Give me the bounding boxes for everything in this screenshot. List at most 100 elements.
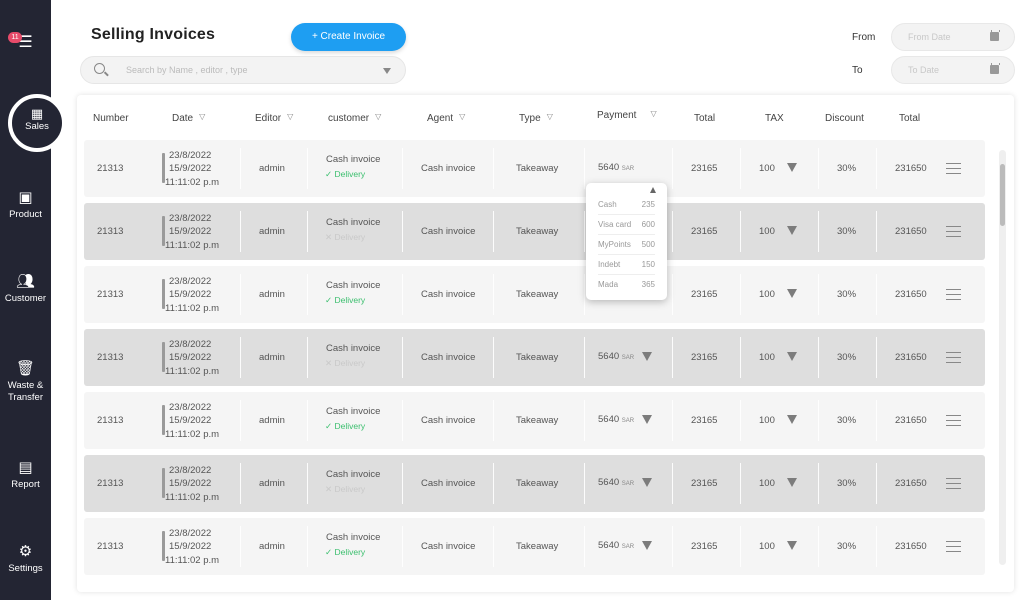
table-row[interactable]: 21313 23/8/2022 15/9/2022 11:11:02 p.m admin… xyxy=(84,455,985,512)
filter-icon[interactable] xyxy=(547,112,555,121)
date-created: 23/8/2022 xyxy=(169,465,212,476)
calendar-icon[interactable] xyxy=(990,30,1000,41)
order-type: Takeaway xyxy=(516,289,559,300)
row-menu-icon[interactable] xyxy=(946,226,961,237)
sidebar-item-report[interactable]: ▤ Report xyxy=(0,459,51,491)
column-header-total: Total xyxy=(694,113,716,124)
delivery-status[interactable]: ✕ Delivery xyxy=(325,358,365,369)
column-header-editor[interactable]: Editor xyxy=(255,112,295,124)
column-header-agent[interactable]: Agent xyxy=(427,112,467,124)
column-header-customer[interactable]: customer xyxy=(328,112,383,124)
delivery-status[interactable]: ✓ Delivery xyxy=(325,547,365,558)
divider xyxy=(876,274,877,315)
filter-icon[interactable] xyxy=(459,112,467,121)
tax-dropdown-icon[interactable] xyxy=(787,540,797,551)
sidebar-item-product[interactable]: ▣ Product xyxy=(0,189,51,221)
filter-icon[interactable] xyxy=(650,109,658,118)
total: 23165 xyxy=(691,415,718,426)
create-invoice-button[interactable]: + Create Invoice xyxy=(291,23,406,51)
total: 23165 xyxy=(691,352,718,363)
to-date-field[interactable]: To Date xyxy=(891,56,1015,84)
calendar-icon[interactable] xyxy=(990,63,1000,74)
payment-dropdown-icon[interactable] xyxy=(642,540,652,551)
divider xyxy=(584,337,585,378)
divider xyxy=(307,463,308,504)
filter-icon[interactable] xyxy=(199,112,207,121)
agent: Cash invoice xyxy=(421,289,476,300)
scrollbar-thumb[interactable] xyxy=(1000,164,1005,226)
tax-dropdown-icon[interactable] xyxy=(787,225,797,236)
time: 11:11:02 p.m xyxy=(165,177,220,188)
sidebar-item-settings[interactable]: ⚙ Settings xyxy=(0,543,51,575)
row-menu-icon[interactable] xyxy=(946,478,961,489)
delivery-status[interactable]: ✕ Delivery xyxy=(325,484,365,495)
payment-amount: 5640 SAR xyxy=(598,540,635,551)
divider xyxy=(672,400,673,441)
order-type: Takeaway xyxy=(516,163,559,174)
row-menu-icon[interactable] xyxy=(946,352,961,363)
tax-dropdown-icon[interactable] xyxy=(787,477,797,488)
date-created: 23/8/2022 xyxy=(169,150,212,161)
sidebar-item-waste-transfer[interactable]: 🗑︎ Waste & Transfer xyxy=(0,360,51,404)
row-menu-icon[interactable] xyxy=(946,289,961,300)
payment-dropdown-icon[interactable] xyxy=(642,351,652,362)
total: 23165 xyxy=(691,163,718,174)
divider xyxy=(584,400,585,441)
divider xyxy=(672,148,673,189)
sidebar-item-sales[interactable]: ▦ Sales xyxy=(8,94,66,152)
customer: Cash invoice xyxy=(326,154,381,165)
search-input[interactable]: Search by Name , editor , type xyxy=(80,56,406,84)
delivery-status[interactable]: ✕ Delivery xyxy=(325,232,365,243)
invoice-number: 21313 xyxy=(97,478,124,489)
divider xyxy=(307,526,308,567)
table-row[interactable]: 21313 23/8/2022 15/9/2022 11:11:02 p.m admin… xyxy=(84,329,985,386)
table-row[interactable]: 21313 23/8/2022 15/9/2022 11:11:02 p.m admin… xyxy=(84,518,985,575)
grand-total: 231650 xyxy=(895,541,927,552)
payment-method-row: Mada 365 xyxy=(598,280,655,289)
payment-dropdown-icon[interactable] xyxy=(642,477,652,488)
divider xyxy=(240,337,241,378)
delivery-status[interactable]: ✓ Delivery xyxy=(325,295,365,306)
divider xyxy=(876,211,877,252)
time: 11:11:02 p.m xyxy=(165,240,220,251)
divider xyxy=(672,337,673,378)
editor: admin xyxy=(259,415,285,426)
tax: 100 xyxy=(759,226,775,237)
chevron-down-icon[interactable] xyxy=(383,68,391,74)
sidebar-item-label: Sales xyxy=(25,121,49,132)
chevron-up-icon[interactable] xyxy=(650,187,656,193)
row-menu-icon[interactable] xyxy=(946,415,961,426)
column-header-date[interactable]: Date xyxy=(172,112,207,124)
invoice-table: Number Date Editor customer Agent Type P… xyxy=(77,95,1014,592)
divider xyxy=(584,211,585,252)
divider xyxy=(240,148,241,189)
column-header-type[interactable]: Type xyxy=(519,112,555,124)
row-menu-icon[interactable] xyxy=(946,163,961,174)
table-row[interactable]: 21313 23/8/2022 15/9/2022 11:11:02 p.m admin… xyxy=(84,140,985,197)
column-header-payment[interactable]: Payment xyxy=(597,109,658,121)
gear-icon: ⚙ xyxy=(18,543,33,560)
editor: admin xyxy=(259,226,285,237)
sidebar-item-customer[interactable]: 👥︎ Customer xyxy=(0,273,51,305)
tax-dropdown-icon[interactable] xyxy=(787,414,797,425)
tax-dropdown-icon[interactable] xyxy=(787,288,797,299)
from-date-field[interactable]: From Date xyxy=(891,23,1015,51)
customer: Cash invoice xyxy=(326,469,381,480)
table-row[interactable]: 21313 23/8/2022 15/9/2022 11:11:02 p.m admin… xyxy=(84,392,985,449)
table-row[interactable]: 21313 23/8/2022 15/9/2022 11:11:02 p.m admin… xyxy=(84,266,985,323)
row-menu-icon[interactable] xyxy=(946,541,961,552)
editor: admin xyxy=(259,352,285,363)
filter-icon[interactable] xyxy=(375,112,383,121)
delivery-status[interactable]: ✓ Delivery xyxy=(325,169,365,180)
divider xyxy=(584,526,585,567)
tax-dropdown-icon[interactable] xyxy=(787,351,797,362)
divider xyxy=(402,400,403,441)
divider xyxy=(672,211,673,252)
payment-amount: 5640 SAR xyxy=(598,162,635,173)
tax-dropdown-icon[interactable] xyxy=(787,162,797,173)
delivery-status[interactable]: ✓ Delivery xyxy=(325,421,365,432)
payment-dropdown-icon[interactable] xyxy=(642,414,652,425)
tax: 100 xyxy=(759,415,775,426)
filter-icon[interactable] xyxy=(287,112,295,121)
table-row[interactable]: 21313 23/8/2022 15/9/2022 11:11:02 p.m admin… xyxy=(84,203,985,260)
